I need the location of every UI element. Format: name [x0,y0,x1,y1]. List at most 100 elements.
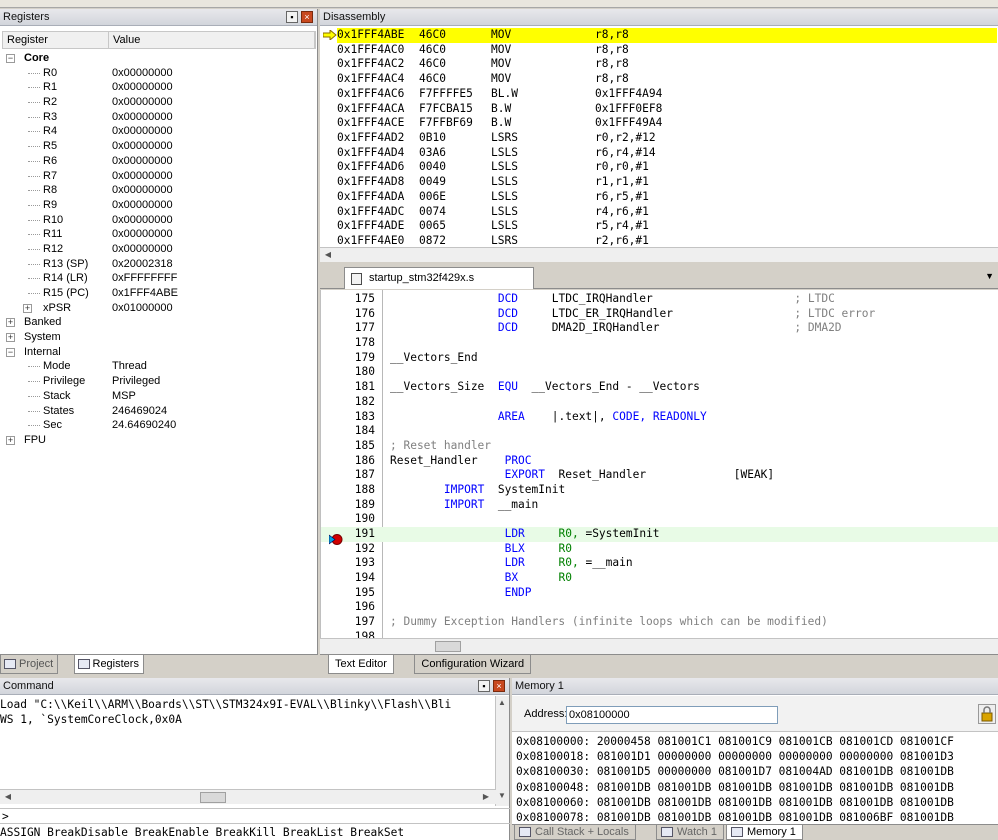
disassembly-row[interactable]: 0x1FFF4AC2 46C0 MOV r8,r8 [337,57,997,72]
register-row[interactable]: R7 0x00000000 [2,169,316,184]
expand-icon[interactable]: + [6,333,15,343]
disassembly-row[interactable]: 0x1FFF4AC6 F7FFFFE5 BL.W 0x1FFF4A94 [337,87,997,102]
register-row[interactable]: + FPU [2,433,316,448]
code-line[interactable]: 188 IMPORT SystemInit [321,483,998,498]
register-row[interactable]: R9 0x00000000 [2,198,316,213]
disassembly-row[interactable]: 0x1FFF4ADE 0065 LSLS r5,r4,#1 [337,219,997,234]
tab-project[interactable]: Project [0,655,59,674]
code-line[interactable]: 178 [321,336,998,351]
register-row[interactable]: R4 0x00000000 [2,124,316,139]
disassembly-row[interactable]: 0x1FFF4ACE F7FFBF69 B.W 0x1FFF49A4 [337,116,997,131]
register-value[interactable]: 246469024 [112,404,167,419]
breakpoint-icon[interactable] [329,533,343,546]
register-value[interactable]: 0x00000000 [112,213,173,228]
disassembly-row[interactable]: 0x1FFF4ADC 0074 LSLS r4,r6,#1 [337,205,997,220]
register-value[interactable]: 0x00000000 [112,66,173,81]
register-value[interactable]: 0x20002318 [112,257,173,272]
disassembly-listing[interactable]: 0x1FFF4ABE 46C0 MOV r8,r8 0x1FFF4AC0 46C0 MOV r… [337,28,997,249]
command-input[interactable]: > [0,808,510,824]
register-value[interactable]: 0x1FFF4ABE [112,286,178,301]
code-line[interactable]: 191 LDR R0, =SystemInit [321,527,998,542]
lock-icon[interactable] [978,704,996,724]
register-row[interactable]: R11 0x00000000 [2,227,316,242]
memory-dump[interactable]: 0x08100000: 20000458 081001C1 081001C9 0… [516,734,998,825]
register-value[interactable]: 0x00000000 [112,183,173,198]
code-line[interactable]: 190 [321,512,998,527]
register-row[interactable]: R5 0x00000000 [2,139,316,154]
register-value[interactable]: MSP [112,389,136,404]
register-row[interactable]: Privilege Privileged [2,374,316,389]
pin-icon[interactable]: ▪ [286,11,298,23]
close-icon[interactable]: × [493,680,505,692]
editor-lines[interactable]: 175 DCD LTDC_IRQHandler ; LTDC 176 DCD LTDC_ER… [321,292,998,645]
collapse-icon[interactable]: − [6,54,15,63]
register-value[interactable]: 0x00000000 [112,198,173,213]
register-row[interactable]: R2 0x00000000 [2,95,316,110]
disassembly-row[interactable]: 0x1FFF4AC0 46C0 MOV r8,r8 [337,43,997,58]
code-line[interactable]: 192 BLX R0 [321,542,998,557]
code-line[interactable]: 181 __Vectors_Size EQU __Vectors_End - __Ve… [321,380,998,395]
code-line[interactable]: 195 ENDP [321,586,998,601]
register-row[interactable]: R3 0x00000000 [2,110,316,125]
scroll-left-icon[interactable]: ◀ [322,249,334,261]
memory-row[interactable]: 0x08100018: 081001D1 00000000 00000000 0… [516,749,998,764]
code-line[interactable]: 186 Reset_Handler PROC [321,454,998,469]
scroll-thumb[interactable] [200,792,226,803]
disassembly-row[interactable]: 0x1FFF4ACA F7FCBA15 B.W 0x1FFF0EF8 [337,102,997,117]
register-value[interactable]: 0x00000000 [112,124,173,139]
register-value[interactable]: 0xFFFFFFFF [112,271,177,286]
register-row[interactable]: R13 (SP) 0x20002318 [2,257,316,272]
expand-icon[interactable]: + [6,318,15,328]
code-line[interactable]: 175 DCD LTDC_IRQHandler ; LTDC [321,292,998,307]
register-row[interactable]: + xPSR 0x01000000 [2,301,316,316]
code-line[interactable]: 184 [321,424,998,439]
register-row[interactable]: − Internal [2,345,316,360]
register-value[interactable]: 0x00000000 [112,139,173,154]
register-row[interactable]: Stack MSP [2,389,316,404]
disassembly-row[interactable]: 0x1FFF4AD6 0040 LSLS r0,r0,#1 [337,160,997,175]
register-value[interactable]: 24.64690240 [112,418,176,433]
register-row[interactable]: R10 0x00000000 [2,213,316,228]
code-line[interactable]: 196 [321,600,998,615]
code-line[interactable]: 179 __Vectors_End [321,351,998,366]
scroll-thumb[interactable] [435,641,461,652]
collapse-icon[interactable]: − [6,347,15,357]
command-vertical-scrollbar[interactable]: ▲ ▼ [495,696,509,806]
register-row[interactable]: R15 (PC) 0x1FFF4ABE [2,286,316,301]
register-value[interactable]: 0x00000000 [112,110,173,125]
disassembly-row[interactable]: 0x1FFF4AD8 0049 LSLS r1,r1,#1 [337,175,997,190]
disassembly-row[interactable]: 0x1FFF4ABE 46C0 MOV r8,r8 [337,28,997,43]
memory-row[interactable]: 0x08100000: 20000458 081001C1 081001C9 0… [516,734,998,749]
column-value[interactable]: Value [109,32,315,48]
register-row[interactable]: R8 0x00000000 [2,183,316,198]
memory-row[interactable]: 0x08100048: 081001DB 081001DB 081001DB 0… [516,780,998,795]
memory-row[interactable]: 0x08100030: 081001D5 00000000 081001D7 0… [516,764,998,779]
register-value[interactable]: 0x00000000 [112,227,173,242]
pin-icon[interactable]: ▪ [478,680,490,692]
scroll-right-icon[interactable]: ▶ [480,791,492,803]
tab-registers[interactable]: Registers [73,655,144,674]
register-row[interactable]: + System [2,330,316,345]
tab-text-editor[interactable]: Text Editor [328,655,394,674]
register-value[interactable]: 0x00000000 [112,154,173,169]
column-register[interactable]: Register [3,32,109,48]
tab-memory-1[interactable]: Memory 1 [726,825,803,840]
disassembly-horizontal-scrollbar[interactable]: ◀ [320,247,998,262]
memory-row[interactable]: 0x08100078: 081001DB 081001DB 081001DB 0… [516,810,998,825]
tab-call-stack-locals[interactable]: Call Stack + Locals [514,825,636,840]
code-line[interactable]: 194 BX R0 [321,571,998,586]
register-value[interactable]: Thread [112,359,147,374]
chevron-down-icon[interactable]: ▼ [985,271,994,281]
command-horizontal-scrollbar[interactable]: ◀ ▶ [0,789,496,804]
register-row[interactable]: Mode Thread [2,359,316,374]
register-value[interactable]: Privileged [112,374,160,389]
register-row[interactable]: + Banked [2,315,316,330]
register-row[interactable]: R0 0x00000000 [2,66,316,81]
scroll-left-icon[interactable]: ◀ [2,791,14,803]
editor-horizontal-scrollbar[interactable] [320,638,998,654]
tab-configuration-wizard[interactable]: Configuration Wizard [414,655,532,674]
register-value[interactable]: 0x00000000 [112,242,173,257]
disassembly-row[interactable]: 0x1FFF4AD4 03A6 LSLS r6,r4,#14 [337,146,997,161]
register-row[interactable]: R6 0x00000000 [2,154,316,169]
code-line[interactable]: 180 [321,365,998,380]
